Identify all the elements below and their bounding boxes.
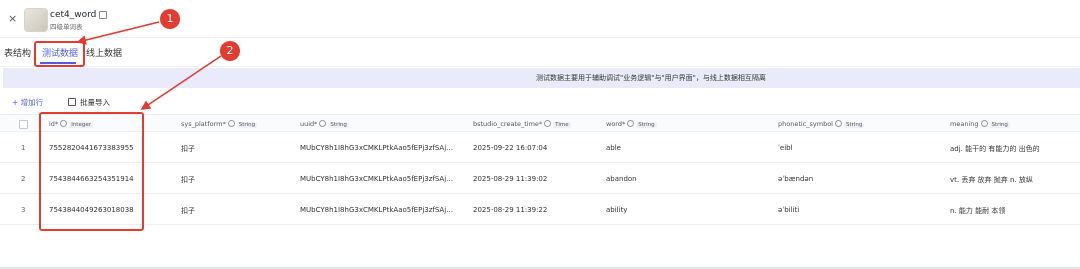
annotation-arrow-2 bbox=[140, 55, 222, 110]
annotation-arrows bbox=[76, 21, 222, 110]
annotation-arrow-1 bbox=[76, 21, 160, 45]
